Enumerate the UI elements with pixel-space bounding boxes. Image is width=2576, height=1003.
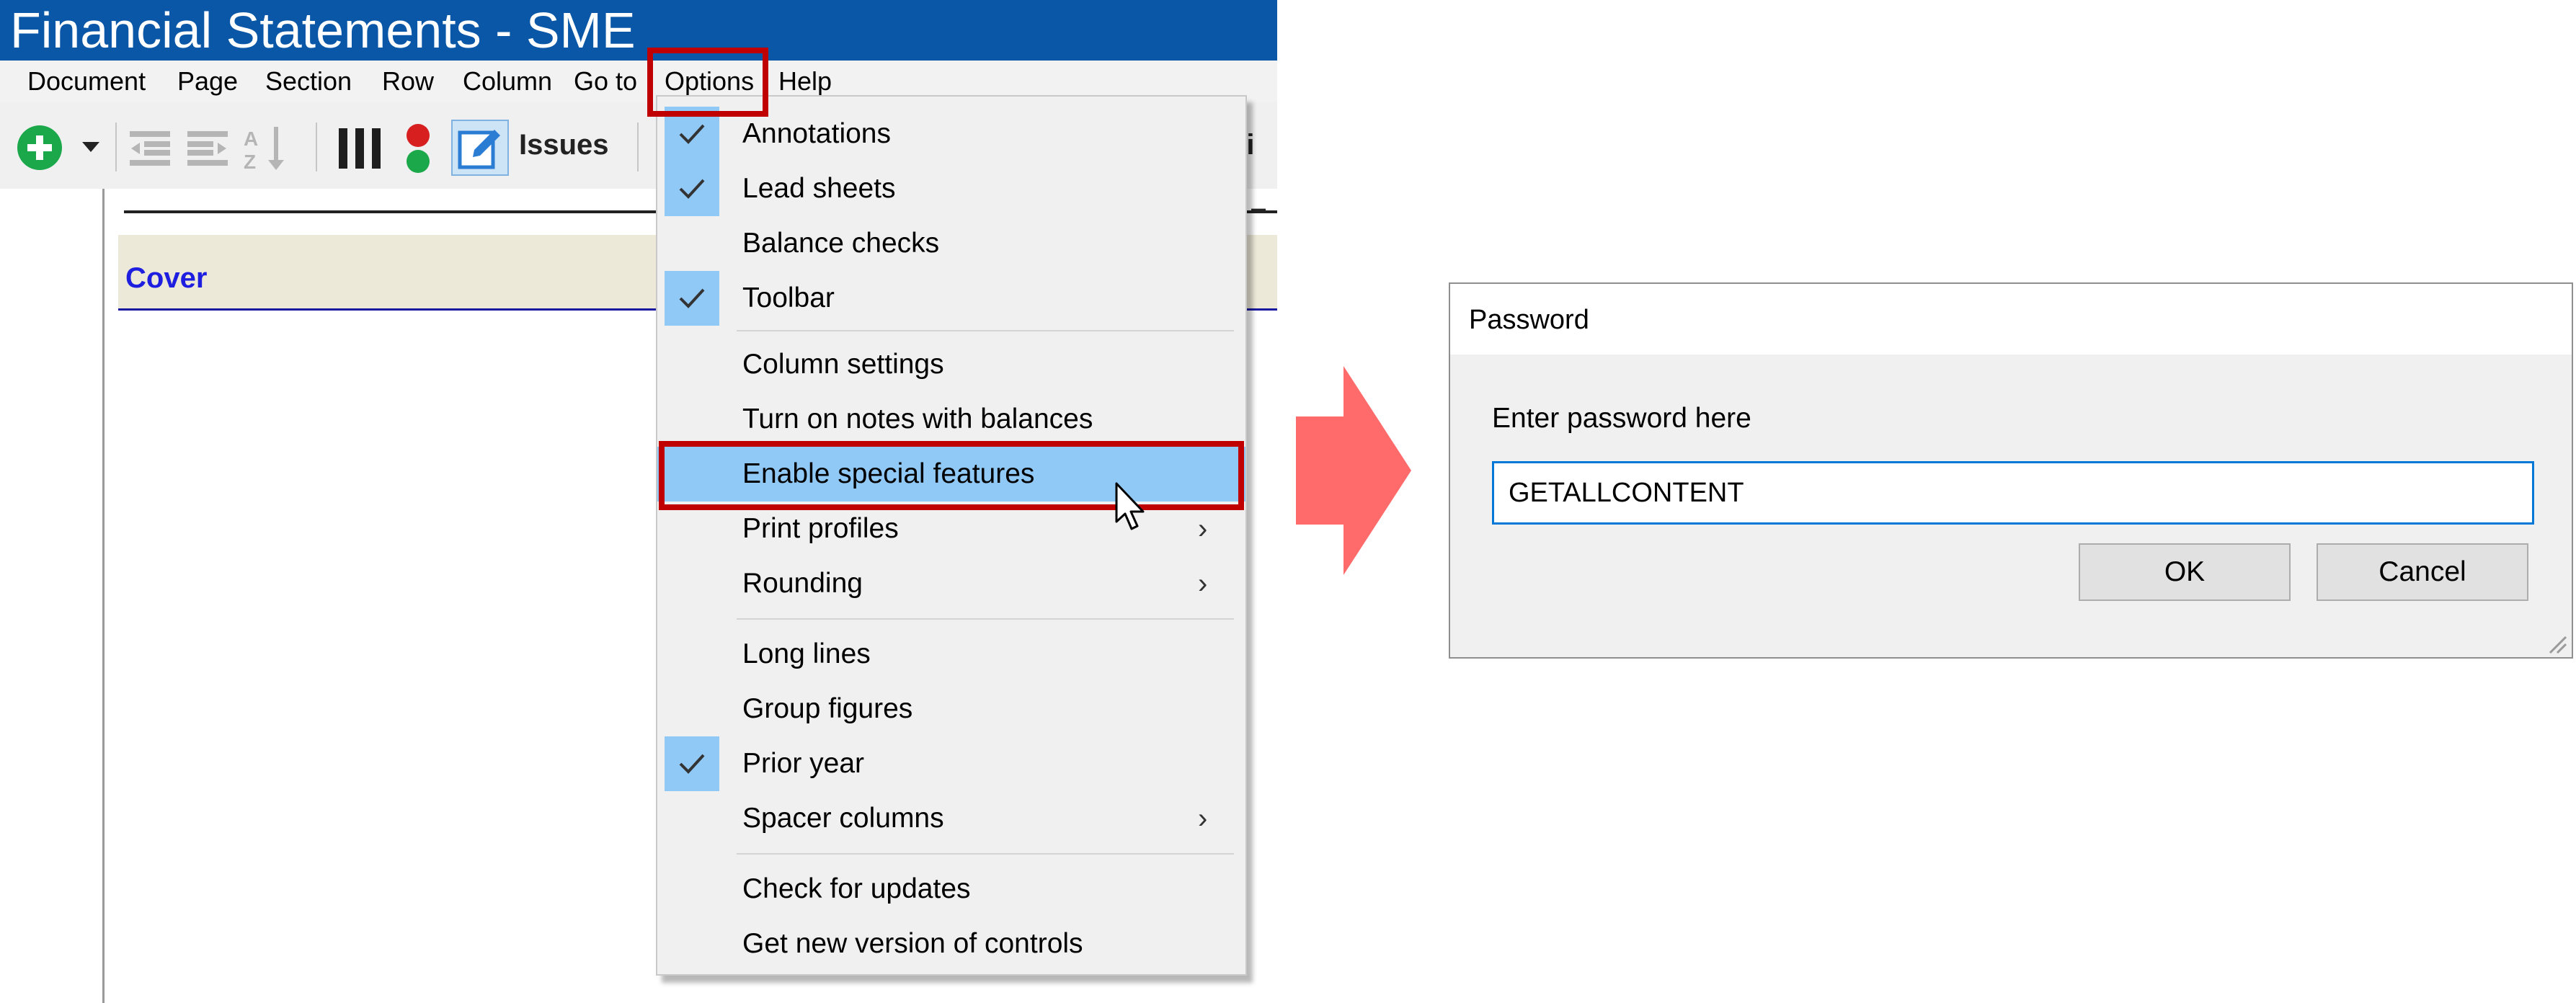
options-menu: Annotations Lead sheets Balance checks T… — [656, 95, 1247, 976]
password-input[interactable] — [1492, 461, 2534, 525]
check-icon — [679, 179, 705, 199]
menu-page[interactable]: Page — [177, 61, 238, 102]
sort-button[interactable]: A Z — [242, 124, 288, 175]
menu-item-lead-sheets[interactable]: Lead sheets — [657, 161, 1245, 216]
menu-item-label: Spacer columns — [742, 803, 944, 834]
menu-column[interactable]: Column — [463, 61, 552, 102]
check-icon — [679, 124, 705, 144]
chevron-down-icon — [82, 142, 99, 152]
menu-item-label: Column settings — [742, 349, 944, 380]
menu-item-label: Turn on notes with balances — [742, 404, 1093, 434]
password-dialog: Password Enter password here OK Cancel — [1449, 282, 2573, 659]
edit-icon — [458, 130, 500, 169]
cursor-icon — [1115, 482, 1145, 530]
indent-button[interactable] — [186, 128, 229, 172]
menu-item-balance-checks[interactable]: Balance checks — [657, 216, 1245, 271]
status-button[interactable] — [404, 122, 432, 178]
password-prompt: Enter password here — [1492, 403, 1751, 434]
checkmark-indicator — [665, 736, 719, 791]
issues-label[interactable]: Issues — [519, 127, 609, 163]
issues-edit-button[interactable] — [451, 120, 509, 176]
toolbar-separator — [115, 122, 117, 171]
menu-goto[interactable]: Go to — [574, 61, 637, 102]
menu-separator — [737, 330, 1234, 331]
add-button[interactable] — [16, 124, 63, 175]
menu-item-label: Group figures — [742, 693, 913, 724]
outdent-icon — [130, 131, 170, 166]
menu-item-long-lines[interactable]: Long lines — [657, 627, 1245, 682]
ok-button[interactable]: OK — [2079, 543, 2291, 601]
menu-item-turn-on-notes[interactable]: Turn on notes with balances — [657, 392, 1245, 447]
toolbar-separator — [637, 122, 639, 171]
menu-item-spacer-columns[interactable]: Spacer columns › — [657, 791, 1245, 846]
submenu-chevron-icon: › — [1198, 568, 1208, 599]
toolbar-separator — [316, 122, 317, 171]
columns-icon — [339, 128, 381, 169]
menu-item-rounding[interactable]: Rounding › — [657, 556, 1245, 611]
menu-row[interactable]: Row — [382, 61, 434, 102]
menu-separator — [737, 618, 1234, 620]
special-features-highlight-box — [659, 441, 1244, 510]
outdent-button[interactable] — [128, 128, 172, 172]
menu-item-label: Toolbar — [742, 282, 835, 313]
right-arrow-icon — [1296, 366, 1411, 575]
menu-item-get-new-version[interactable]: Get new version of controls — [657, 917, 1245, 971]
sort-icon: A Z — [244, 127, 284, 173]
resize-grip[interactable] — [2546, 633, 2567, 658]
menu-item-label: Check for updates — [742, 873, 971, 904]
menu-item-label: Rounding — [742, 568, 863, 599]
checkmark-indicator — [665, 161, 719, 216]
columns-button[interactable] — [337, 127, 382, 174]
menu-item-check-for-updates[interactable]: Check for updates — [657, 862, 1245, 917]
options-menu-highlight-box — [647, 48, 768, 117]
menu-item-label: Lead sheets — [742, 173, 896, 204]
svg-text:A: A — [244, 128, 258, 150]
indent-icon — [187, 131, 228, 166]
resize-grip-icon — [2549, 636, 2567, 654]
menu-item-label: Balance checks — [742, 228, 940, 259]
menu-document[interactable]: Document — [27, 61, 146, 102]
margin-line — [102, 189, 105, 1003]
flow-arrow — [1296, 366, 1411, 579]
dialog-title-bar: Password — [1450, 284, 2572, 355]
app-title: Financial Statements - SME — [10, 2, 636, 58]
menu-item-column-settings[interactable]: Column settings — [657, 337, 1245, 392]
cover-section-label[interactable]: Cover — [125, 261, 207, 295]
submenu-chevron-icon: › — [1198, 803, 1208, 834]
traffic-light-icon — [407, 124, 430, 173]
check-icon — [679, 754, 705, 774]
menu-item-label: Prior year — [742, 748, 865, 779]
menu-item-label: Long lines — [742, 638, 871, 669]
menu-section[interactable]: Section — [265, 61, 352, 102]
mouse-cursor — [1114, 481, 1147, 537]
menu-item-prior-year[interactable]: Prior year — [657, 736, 1245, 791]
menu-item-group-figures[interactable]: Group figures — [657, 682, 1245, 736]
menu-item-label: Get new version of controls — [742, 928, 1083, 959]
checkmark-indicator — [665, 271, 719, 326]
add-dropdown-button[interactable] — [81, 140, 101, 158]
check-icon — [679, 288, 705, 308]
title-bar: Financial Statements - SME — [0, 0, 1277, 61]
dialog-title: Password — [1469, 305, 1589, 335]
svg-text:Z: Z — [244, 151, 256, 171]
add-icon — [17, 125, 62, 170]
menu-separator — [737, 853, 1234, 855]
cancel-button[interactable]: Cancel — [2317, 543, 2528, 601]
menu-item-toolbar[interactable]: Toolbar — [657, 271, 1245, 326]
